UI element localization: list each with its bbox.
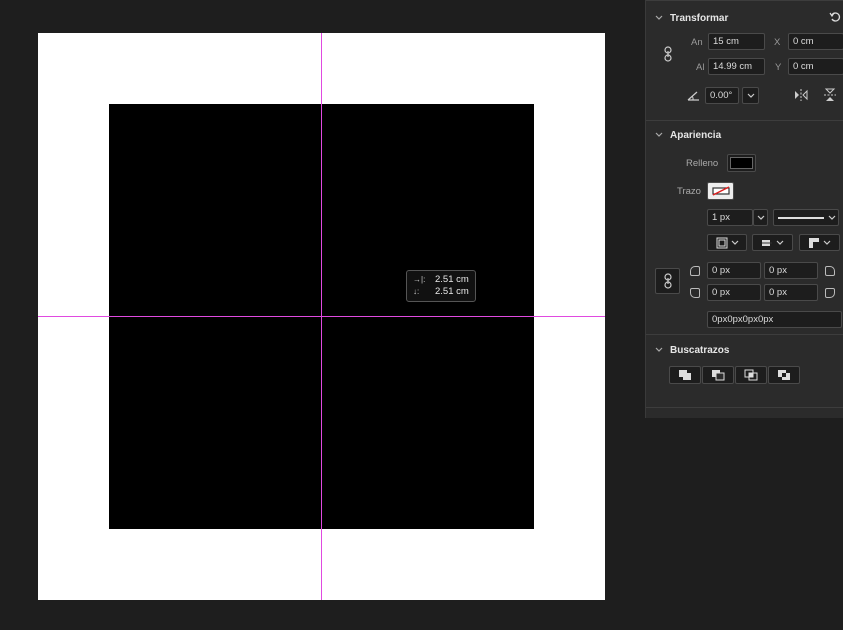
chevron-down-icon <box>731 240 738 245</box>
x-label: X <box>774 37 781 48</box>
stroke-width-dropdown[interactable] <box>753 209 768 226</box>
pathfinder-title: Buscatrazos <box>670 344 730 356</box>
link-icon <box>663 273 672 289</box>
chevron-down-icon <box>747 93 754 98</box>
measure-tooltip: →|: 2.51 cm ↓: 2.51 cm <box>406 270 476 302</box>
stroke-label: Trazo <box>677 186 701 197</box>
flip-horizontal-icon[interactable] <box>793 88 809 102</box>
unite-icon <box>679 370 691 380</box>
stroke-width-input[interactable]: 1 px <box>707 209 753 226</box>
line-cap-icon <box>762 239 772 246</box>
x-input[interactable]: 0 cm <box>788 33 843 50</box>
chevron-down-icon <box>828 215 836 220</box>
stroke-align-icon <box>716 237 727 248</box>
exclude-icon <box>778 370 790 380</box>
solid-line-icon <box>778 216 824 219</box>
chevron-down-icon <box>823 240 831 245</box>
chevron-down-icon <box>757 215 764 220</box>
rotation-angle-icon <box>686 89 700 101</box>
chevron-down-icon <box>654 345 664 355</box>
corner-css-input[interactable]: 0px0px0px0px <box>707 311 842 328</box>
corner-bottom-right-input[interactable]: 0 px <box>764 284 818 301</box>
width-input[interactable]: 15 cm <box>708 33 765 50</box>
intersect-icon <box>744 369 758 381</box>
corner-bottom-right-icon <box>823 286 837 300</box>
stroke-cap-select[interactable] <box>752 234 793 251</box>
distance-down-icon: ↓: <box>413 287 420 296</box>
corner-top-right-input[interactable]: 0 px <box>764 262 818 279</box>
chevron-down-icon <box>654 130 664 140</box>
pathfinder-unite-button[interactable] <box>669 366 701 384</box>
transform-title: Transformar <box>670 12 729 24</box>
no-stroke-icon <box>711 186 730 196</box>
appearance-title: Apariencia <box>670 129 722 141</box>
fill-label: Relleno <box>686 158 719 169</box>
corner-top-right-icon <box>823 264 837 278</box>
height-input[interactable]: 14.99 cm <box>708 58 765 75</box>
rotation-input[interactable]: 0.00° <box>705 87 739 104</box>
reset-icon[interactable] <box>828 10 842 24</box>
stroke-align-select[interactable] <box>707 234 747 251</box>
chevron-down-icon <box>776 240 784 245</box>
properties-panel: Transformar An 15 cm X 0 cm Al 14.99 cm … <box>645 0 843 418</box>
distance-right-icon: →|: <box>413 275 426 284</box>
stroke-color-swatch[interactable] <box>707 182 734 200</box>
measure-horizontal: 2.51 cm <box>435 274 469 285</box>
transform-section-header[interactable]: Transformar <box>646 8 843 28</box>
fill-color-swatch[interactable] <box>727 154 756 172</box>
horizontal-guide[interactable] <box>38 316 605 317</box>
height-label: Al <box>696 62 705 73</box>
appearance-section-header[interactable]: Apariencia <box>646 125 843 145</box>
measure-vertical: 2.51 cm <box>435 286 469 297</box>
link-corners-button[interactable] <box>655 268 680 294</box>
rotation-dropdown[interactable] <box>742 87 759 104</box>
pathfinder-minus-front-button[interactable] <box>702 366 734 384</box>
corner-top-left-icon <box>688 264 702 278</box>
y-label: Y <box>775 62 782 73</box>
flip-vertical-icon[interactable] <box>823 86 837 104</box>
pathfinder-intersect-button[interactable] <box>735 366 767 384</box>
pathfinder-exclude-button[interactable] <box>768 366 800 384</box>
link-proportions-icon[interactable] <box>660 45 676 63</box>
pathfinder-section-header[interactable]: Buscatrazos <box>646 340 843 360</box>
stroke-join-select[interactable] <box>799 234 840 251</box>
corner-bottom-left-icon <box>688 286 702 300</box>
width-label: An <box>691 37 703 48</box>
minus-front-icon <box>712 370 725 381</box>
corner-bottom-left-input[interactable]: 0 px <box>707 284 761 301</box>
chevron-down-icon <box>654 13 664 23</box>
stroke-style-select[interactable] <box>773 209 839 226</box>
y-input[interactable]: 0 cm <box>788 58 843 75</box>
line-join-icon <box>809 237 819 248</box>
corner-top-left-input[interactable]: 0 px <box>707 262 761 279</box>
